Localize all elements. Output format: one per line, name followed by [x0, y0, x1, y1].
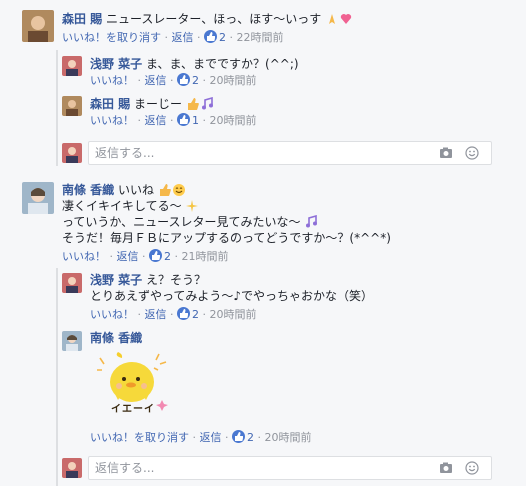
comment-text: ま、ま、までですか？(^^;): [146, 57, 299, 71]
emoji-icon[interactable]: [465, 146, 479, 163]
sticker-image[interactable]: イエーイ: [96, 350, 174, 422]
reply-button[interactable]: 返信: [145, 74, 167, 87]
timestamp[interactable]: 20時間前: [210, 308, 257, 321]
reply-button[interactable]: 返信: [145, 308, 167, 321]
comment-1-body: 森田 賜 ニュースレーター、ほっ、ほす〜いっす: [62, 11, 353, 30]
timestamp[interactable]: 21時間前: [182, 250, 229, 263]
like-count[interactable]: 2: [247, 431, 254, 444]
timestamp[interactable]: 20時間前: [210, 74, 257, 87]
heart-icon: [339, 12, 353, 30]
avatar-nanjo[interactable]: [62, 331, 82, 351]
comment-text: 凄くイキイキしてる〜: [62, 199, 182, 213]
like-count-icon[interactable]: [177, 73, 190, 86]
praying-hands-icon: [325, 12, 339, 30]
comment-text: ニュースレーター、ほっ、ほす〜いっす: [106, 12, 322, 26]
thread-line: [56, 268, 58, 486]
reply-3-line2: とりあえずやってみよう〜♪でやっちゃおかな（笑）: [90, 288, 373, 304]
timestamp[interactable]: 20時間前: [265, 431, 312, 444]
like-count-icon[interactable]: [177, 113, 190, 126]
avatar-morita[interactable]: [22, 10, 54, 42]
like-count[interactable]: 2: [164, 250, 171, 263]
reply-1-actions: いいね！ · 返信 · 2 · 20時間前: [90, 73, 257, 87]
sticker-caption: イエーイ: [111, 404, 155, 415]
reply-3-actions: いいね！ · 返信 · 2 · 20時間前: [90, 307, 257, 321]
timestamp[interactable]: 22時間前: [237, 31, 284, 44]
reply-input[interactable]: 返信する...: [88, 141, 492, 165]
like-button[interactable]: いいね！: [90, 114, 134, 127]
unlike-button[interactable]: いいね！を取り消す: [62, 31, 161, 44]
reply-4-actions: いいね！を取り消す · 返信 · 2 · 20時間前: [90, 430, 312, 444]
comment-2-actions: いいね！ · 返信 · 2 · 21時間前: [62, 249, 229, 263]
comment-text: いいね: [118, 183, 155, 197]
comment-2-line4: そうだ！毎月ＦＢにアップするのってどうですか〜？(*^^*): [62, 230, 391, 246]
reply-placeholder: 返信する...: [95, 146, 155, 160]
like-count[interactable]: 1: [192, 114, 199, 127]
commenter-name[interactable]: 浅野 菜子: [90, 273, 142, 287]
avatar-current-user: [62, 458, 82, 478]
camera-icon[interactable]: [439, 461, 453, 478]
avatar-asano[interactable]: [62, 56, 82, 76]
like-button[interactable]: いいね！: [90, 308, 134, 321]
thread-line: [56, 50, 58, 166]
emoji-icon[interactable]: [465, 461, 479, 478]
reply-2-actions: いいね！ · 返信 · 1 · 20時間前: [90, 113, 257, 127]
commenter-name[interactable]: 森田 賜: [62, 12, 102, 26]
reply-button[interactable]: 返信: [172, 31, 194, 44]
like-count-icon[interactable]: [149, 249, 162, 262]
reply-4-header: 南條 香織: [90, 330, 142, 346]
commenter-name[interactable]: 南條 香織: [90, 331, 142, 345]
avatar-current-user: [62, 143, 82, 163]
comment-1-actions: いいね！を取り消す · 返信 · 2 · 22時間前: [62, 30, 284, 44]
reply-button[interactable]: 返信: [145, 114, 167, 127]
comment-text: そうだ！毎月ＦＢにアップするのってどうですか〜？(*^^*): [62, 231, 391, 245]
timestamp[interactable]: 20時間前: [210, 114, 257, 127]
reply-button[interactable]: 返信: [200, 431, 222, 444]
avatar-nanjo[interactable]: [22, 182, 54, 214]
reply-3-line1: 浅野 菜子 え？そう？: [90, 272, 206, 288]
reply-input[interactable]: 返信する...: [88, 456, 492, 480]
comment-text: え？そう？: [146, 273, 207, 287]
comment-text: っていうか、ニュースレター見てみたいな〜: [62, 215, 301, 229]
comment-text: とりあえずやってみよう〜♪でやっちゃおかな（笑）: [90, 289, 374, 303]
avatar-morita[interactable]: [62, 96, 82, 116]
like-button[interactable]: いいね！: [62, 250, 106, 263]
unlike-button[interactable]: いいね！を取り消す: [90, 431, 189, 444]
reply-1-body: 浅野 菜子 ま、ま、までですか？(^^;): [90, 56, 299, 72]
avatar-asano[interactable]: [62, 273, 82, 293]
like-count-icon[interactable]: [232, 430, 245, 443]
like-count-icon[interactable]: [177, 307, 190, 320]
commenter-name[interactable]: 浅野 菜子: [90, 57, 142, 71]
reply-placeholder: 返信する...: [95, 461, 155, 475]
comment-text: まーじー: [134, 97, 183, 111]
like-count-icon[interactable]: [204, 30, 217, 43]
commenter-name[interactable]: 森田 賜: [90, 97, 130, 111]
commenter-name[interactable]: 南條 香織: [62, 183, 114, 197]
camera-icon[interactable]: [439, 146, 453, 163]
like-count[interactable]: 2: [219, 31, 226, 44]
reply-button[interactable]: 返信: [117, 250, 139, 263]
like-count[interactable]: 2: [192, 308, 199, 321]
like-count[interactable]: 2: [192, 74, 199, 87]
like-button[interactable]: いいね！: [90, 74, 134, 87]
